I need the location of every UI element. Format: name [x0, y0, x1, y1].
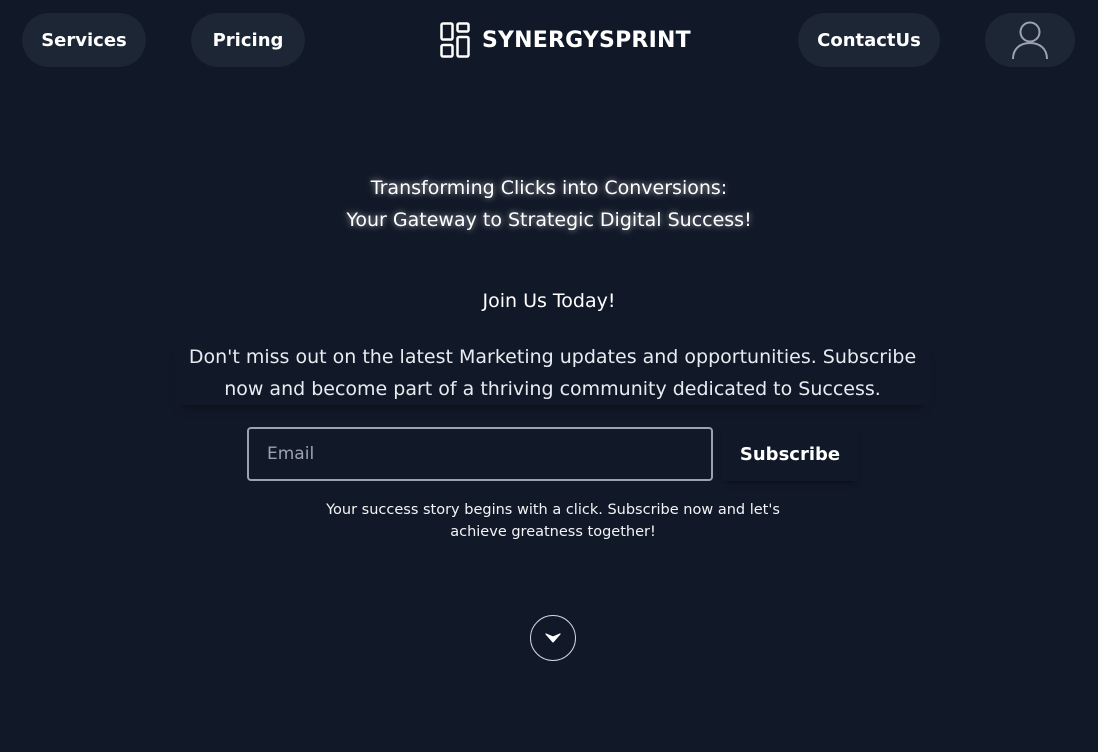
- nav-services-button[interactable]: Services: [22, 13, 146, 67]
- grid-logo-icon: [440, 22, 470, 58]
- nav-contact-button[interactable]: ContactUs: [798, 13, 940, 67]
- brand-name: SYNERGYSPRINT: [482, 27, 691, 53]
- subscribe-note: Your success story begins with a click. …: [326, 502, 780, 540]
- hero-line-1: Transforming Clicks into Conversions:: [370, 177, 728, 199]
- chevron-down-icon: [545, 633, 561, 643]
- subscribe-button[interactable]: Subscribe: [722, 427, 858, 481]
- landing-page: Services Pricing SYNERGYSPRINT ContactUs…: [0, 0, 1098, 752]
- join-title: Join Us Today!: [482, 290, 616, 312]
- scroll-down-button[interactable]: [530, 615, 576, 661]
- user-avatar-button[interactable]: [985, 13, 1075, 67]
- nav-contact-label: ContactUs: [817, 29, 921, 51]
- join-description: Don't miss out on the latest Marketing u…: [175, 341, 930, 405]
- nav-pricing-label: Pricing: [212, 29, 284, 51]
- brand-logo[interactable]: SYNERGYSPRINT: [440, 22, 691, 58]
- hero-headline: Transforming Clicks into Conversions: Yo…: [0, 172, 1098, 236]
- nav-pricing-button[interactable]: Pricing: [191, 13, 305, 67]
- hero-line-2: Your Gateway to Strategic Digital Succes…: [346, 209, 752, 231]
- email-input[interactable]: [247, 427, 713, 481]
- user-avatar-icon: [1012, 21, 1048, 60]
- nav-services-label: Services: [41, 29, 127, 51]
